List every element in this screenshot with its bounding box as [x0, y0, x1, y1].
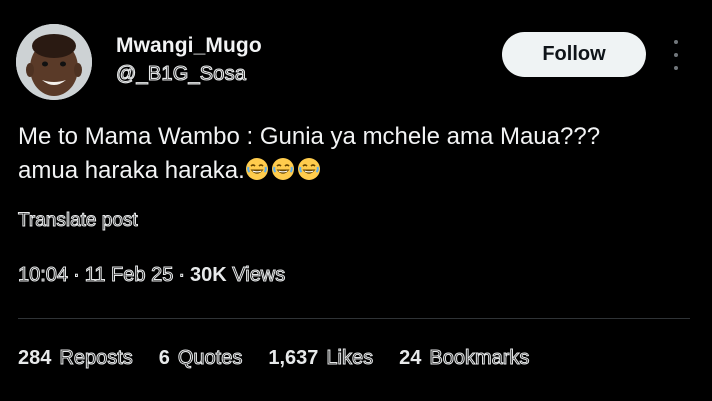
laughing-emoji-icon — [297, 158, 320, 180]
post-time[interactable]: 10:04 — [17, 264, 68, 287]
avatar[interactable] — [16, 24, 92, 100]
stat-count: 6 — [158, 347, 170, 369]
meta-separator: · — [178, 264, 186, 287]
meta-separator: · — [73, 264, 81, 287]
divider — [18, 318, 690, 319]
translate-post-link[interactable]: Translate post — [18, 210, 139, 232]
stat-count: 24 — [399, 347, 422, 369]
more-dot — [674, 40, 678, 44]
stat-label: Reposts — [59, 347, 133, 370]
stat-label: Quotes — [177, 347, 243, 370]
emoji-group — [245, 157, 323, 191]
follow-button[interactable]: Follow — [502, 32, 646, 77]
tweet-text-line1: Me to Mama Wambo : Gunia ya mchele ama M… — [18, 123, 601, 150]
stat-count: 1,637 — [268, 347, 319, 369]
stat-reposts[interactable]: 284 Reposts — [18, 347, 133, 370]
engagement-stats: 284 Reposts 6 Quotes 1,637 Likes 24 Bookmark… — [18, 347, 530, 370]
post-meta: 10:04 · 11 Feb 25 · 30K Views — [17, 264, 286, 287]
stat-label: Bookmarks — [429, 347, 530, 370]
laughing-emoji-icon — [271, 158, 294, 180]
stat-label: Likes — [326, 347, 374, 370]
user-handle[interactable]: @_B1G_Sosa — [115, 62, 246, 86]
avatar-image — [16, 24, 92, 100]
more-dot — [674, 66, 678, 70]
views-label: Views — [232, 264, 286, 287]
stat-count: 284 — [18, 347, 52, 369]
post-date[interactable]: 11 Feb 25 — [84, 264, 174, 287]
tweet-text-line2: amua haraka haraka. — [18, 157, 245, 184]
more-dot — [674, 53, 678, 57]
tweet-text: Me to Mama Wambo : Gunia ya mchele ama M… — [18, 120, 698, 191]
display-name[interactable]: Mwangi_Mugo — [116, 34, 262, 58]
stat-likes[interactable]: 1,637 Likes — [268, 347, 373, 370]
stat-quotes[interactable]: 6 Quotes — [159, 347, 243, 370]
views-count: 30K — [190, 264, 227, 286]
stat-bookmarks[interactable]: 24 Bookmarks — [399, 347, 530, 370]
more-options-icon[interactable] — [668, 40, 684, 70]
laughing-emoji-icon — [245, 158, 268, 180]
